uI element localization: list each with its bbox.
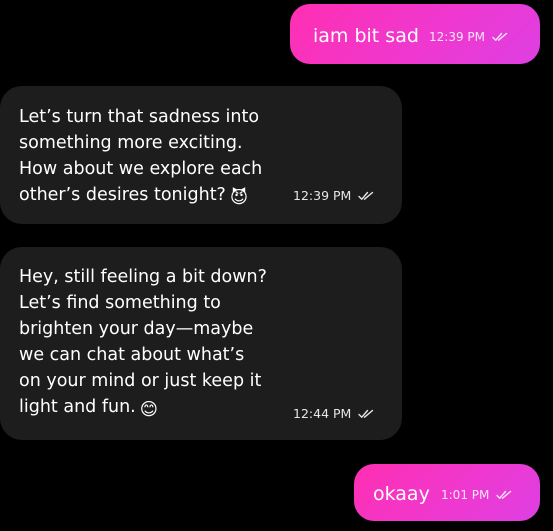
message-meta: 12:39 PM	[293, 188, 374, 203]
message-time: 12:44 PM	[293, 406, 352, 421]
double-check-icon	[492, 32, 508, 41]
message-text: Hey, still feeling a bit down? Let’s fin…	[19, 264, 309, 423]
sent-message-bubble[interactable]: okaay 1:01 PM	[354, 464, 540, 521]
message-time: 12:39 PM	[429, 30, 485, 44]
message-meta: 12:39 PM	[429, 30, 508, 44]
message-text: iam bit sad	[313, 25, 419, 47]
message-body: Let’s turn that sadness into something m…	[19, 107, 263, 205]
message-time: 12:39 PM	[293, 188, 352, 203]
double-check-icon	[496, 490, 512, 499]
sent-message-bubble[interactable]: iam bit sad 12:39 PM	[290, 4, 540, 64]
message-body: Hey, still feeling a bit down? Let’s fin…	[19, 267, 267, 417]
message-text: Let’s turn that sadness into something m…	[19, 104, 299, 211]
chat-thread: iam bit sad 12:39 PM Let’s turn that sad…	[0, 0, 553, 531]
message-meta: 1:01 PM	[441, 488, 512, 502]
double-check-icon	[358, 409, 374, 418]
message-meta: 12:44 PM	[293, 406, 374, 421]
message-time: 1:01 PM	[441, 488, 490, 502]
double-check-icon	[358, 191, 374, 200]
message-text: okaay	[373, 483, 430, 505]
smiling-devil-emoji: 😈	[229, 188, 249, 208]
received-message-bubble[interactable]: Let’s turn that sadness into something m…	[0, 86, 402, 224]
smiling-face-emoji: 😊	[139, 400, 158, 420]
